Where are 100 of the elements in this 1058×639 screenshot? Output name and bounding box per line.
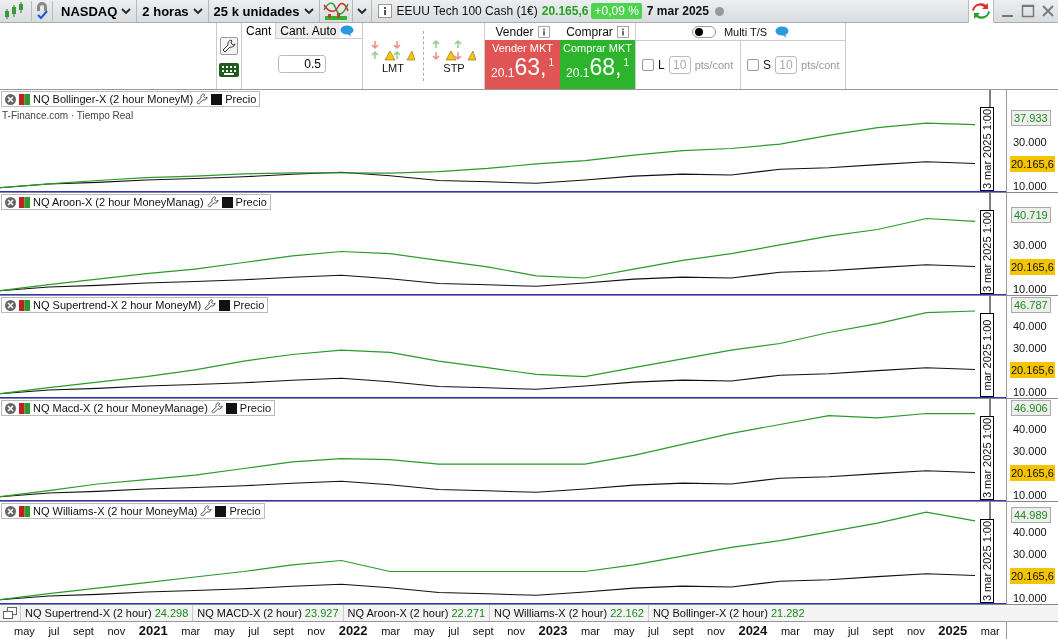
order-type-icon[interactable] (432, 38, 476, 61)
timeframe-dropdown[interactable]: 2 horas (137, 0, 209, 22)
refresh-icon (971, 2, 991, 20)
keyboard-icon[interactable] (219, 63, 239, 77)
strategy-name: NQ Supertrend-X 2 hour MoneyM) (33, 299, 202, 311)
info-icon[interactable] (377, 4, 392, 18)
multi-ts-toggle[interactable] (691, 25, 716, 38)
wrench-icon[interactable] (206, 196, 219, 208)
wrench-icon[interactable] (204, 299, 217, 311)
price-legend: Precio (239, 402, 272, 414)
close-icon[interactable] (5, 299, 16, 311)
axis-tick-label: 10.000 (1013, 487, 1047, 502)
maximize-icon[interactable] (1021, 4, 1035, 18)
x-axis-label: jul (248, 624, 260, 637)
stop-label: S (763, 58, 771, 72)
x-axis-label: nov (107, 624, 126, 637)
settings-button[interactable] (220, 37, 238, 55)
candlestick-icon[interactable] (3, 1, 25, 21)
equity-value-label: 44.989 (1011, 506, 1051, 523)
stop-label: L (658, 58, 665, 72)
date-marker: 3 mar 2025 1:00 (980, 210, 994, 294)
last-price: 20.165,6 (541, 4, 589, 18)
wrench-icon[interactable] (210, 402, 223, 414)
quantity-field[interactable]: 0.5 (278, 55, 326, 73)
stop-checkbox[interactable] (642, 59, 654, 71)
close-icon[interactable] (5, 402, 16, 414)
price-value-label: 20.165,6 (1010, 464, 1055, 481)
close-icon[interactable] (5, 196, 16, 208)
x-axis-label: nov (507, 624, 525, 637)
x-axis-label: 2024 (738, 623, 768, 638)
x-axis-label: nov (707, 624, 725, 637)
price-swatch-icon (225, 402, 237, 414)
axis-tick-label: 30.000 (1013, 134, 1047, 149)
strategy-summary-item[interactable]: NQ Bollinger-X (2 hour) 21.282 (647, 605, 809, 621)
x-axis-label: mar (980, 624, 1000, 637)
price-value-label: 20.165,6 (1010, 155, 1055, 172)
date-marker: mar 2025 1:00 (980, 313, 994, 397)
instrument-name: EEUU Tech 100 Cash (1€) (396, 4, 538, 18)
x-axis-label: mar (381, 624, 401, 637)
price-legend: Precio (235, 196, 267, 208)
price-swatch-icon (221, 196, 233, 208)
buy-header: Comprar (566, 24, 613, 39)
x-axis-label: mar (181, 624, 201, 637)
x-axis-label: jul (48, 624, 60, 637)
x-axis-label: sept (73, 624, 94, 637)
x-axis-label: sept (872, 624, 894, 637)
equity-swatch-icon (19, 402, 30, 414)
close-icon[interactable] (5, 505, 16, 517)
date-label: 7 mar 2025 (646, 4, 709, 18)
strategy-summary-item[interactable]: NQ MACD-X (2 hour) 23.927 (192, 605, 343, 621)
equity-value-label: 40.719 (1011, 207, 1051, 224)
info-icon[interactable] (616, 25, 629, 38)
status-dot (714, 6, 724, 16)
close-icon[interactable] (5, 93, 16, 105)
quantity-tab[interactable]: Cant. Auto (275, 23, 341, 38)
wrench-icon[interactable] (196, 93, 209, 105)
market-dropdown[interactable]: NASDAQ (56, 0, 138, 22)
watermark-text: T-Finance.com · Tiempo Real (2, 110, 134, 121)
x-axis-label: 2025 (938, 623, 968, 638)
price-legend: Precio (225, 93, 257, 105)
price-swatch-icon (219, 299, 231, 311)
units-dropdown[interactable]: 25 k unidades (208, 0, 320, 22)
change-badge: +0,09 % (591, 3, 642, 19)
x-axis-label: nov (307, 624, 326, 637)
axis-tick-label: 30.000 (1013, 546, 1047, 561)
strategy-summary-item[interactable]: NQ Supertrend-X (2 hour) 24.298 (20, 605, 193, 621)
close-icon[interactable] (1041, 4, 1055, 18)
x-axis-label: mar (581, 624, 600, 637)
chat-bubble-icon[interactable] (775, 25, 790, 38)
equity-value-label: 46.906 (1011, 400, 1051, 416)
refresh-button[interactable] (968, 0, 994, 23)
strategy-summary-item[interactable]: NQ Williams-X (2 hour) 22.162 (489, 605, 648, 621)
x-axis-label: 2023 (538, 623, 568, 638)
x-axis-label: mar (780, 624, 800, 637)
axis-tick-label: 30.000 (1013, 237, 1047, 252)
indicator-chart-icon[interactable] (322, 1, 349, 21)
caret-icon (356, 7, 367, 15)
x-axis-label: may (213, 624, 235, 637)
x-axis-label: 2022 (338, 623, 368, 638)
x-axis-label: may (14, 624, 35, 637)
order-type-icon[interactable] (371, 38, 415, 61)
axis-tick-label: 30.000 (1013, 340, 1047, 355)
x-axis-label: may (813, 624, 835, 637)
equity-swatch-icon (19, 299, 30, 311)
strategy-summary-item[interactable]: NQ Aroon-X (2 hour) 22.271 (342, 605, 490, 621)
info-icon[interactable] (537, 25, 550, 38)
magnet-icon[interactable] (31, 1, 53, 21)
caret-icon (303, 7, 314, 15)
price-legend: Precio (229, 505, 261, 517)
axis-tick-label: 40.000 (1013, 421, 1047, 436)
x-axis-label: sept (472, 624, 494, 637)
axis-tick-label: 10.000 (1013, 590, 1047, 605)
date-marker: 3 mar 2025 1:00 (980, 107, 994, 191)
chat-bubble-icon[interactable] (340, 24, 355, 37)
stop-checkbox[interactable] (747, 59, 759, 71)
windows-icon[interactable] (3, 607, 17, 619)
strategy-name: NQ Aroon-X (2 hour MoneyManag) (33, 196, 204, 208)
more-dropdown[interactable] (351, 0, 372, 22)
axis-tick-label: 40.000 (1013, 524, 1047, 539)
wrench-icon[interactable] (200, 505, 213, 517)
